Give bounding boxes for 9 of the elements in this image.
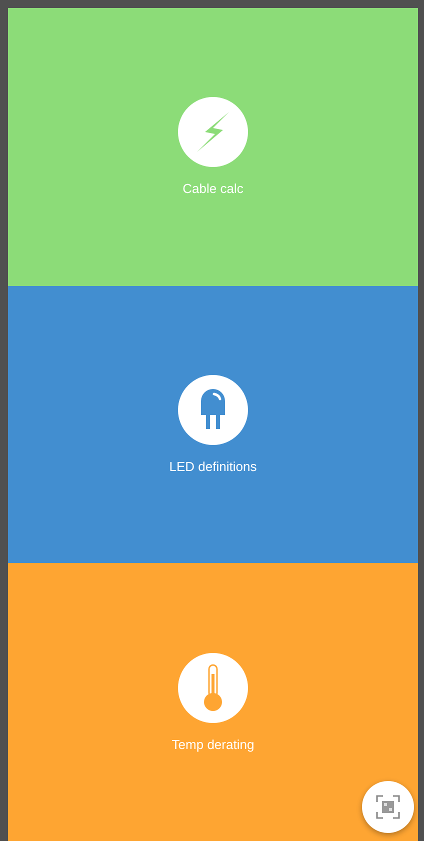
led-icon bbox=[199, 389, 227, 431]
menu-tile[interactable]: LED definitions bbox=[8, 286, 418, 564]
menu-tile[interactable]: Temp derating bbox=[8, 563, 418, 841]
menu-tile[interactable]: Cable calc bbox=[8, 8, 418, 286]
tile-label: LED definitions bbox=[169, 459, 257, 474]
tile-label: Temp derating bbox=[172, 736, 254, 752]
qr-scan-icon bbox=[376, 795, 400, 819]
thermometer-icon bbox=[202, 664, 224, 712]
tile-label: Cable calc bbox=[182, 181, 244, 196]
